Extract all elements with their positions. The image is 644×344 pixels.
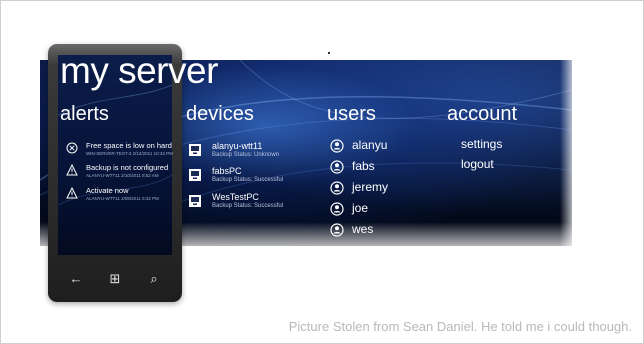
user-icon [330, 202, 344, 216]
device-item[interactable]: fabsPC Backup Status: Successful [188, 166, 318, 188]
device-name: fabsPC [212, 166, 242, 176]
section-account-title[interactable]: account [447, 103, 517, 126]
user-name: joe [352, 201, 369, 215]
user-icon [330, 181, 344, 195]
alert-sub: ALANYU-WTT11 2/08/2011 5:32 PM [86, 196, 159, 201]
back-button[interactable]: ← [60, 266, 92, 292]
device-name: alanyu-wtt11 [212, 141, 263, 151]
image-caption: Picture Stolen from Sean Daniel. He told… [288, 319, 632, 334]
device-name: WesTestPC [212, 192, 259, 202]
x-circle-icon [66, 142, 78, 154]
user-name: alanyu [352, 138, 388, 152]
section-alerts-title: alerts [60, 103, 109, 125]
alert-title: Free space is low on hard [86, 141, 172, 150]
user-name: fabs [352, 159, 375, 173]
section-devices-title[interactable]: devices [186, 103, 254, 126]
user-icon [330, 139, 344, 153]
settings-link[interactable]: settings [461, 137, 502, 151]
device-item[interactable]: alanyu-wtt11 Backup Status: Unknown [188, 141, 318, 163]
stray-dot [328, 52, 330, 54]
alert-sub: ALANYU-WTT11 2/10/2011 8:52 AM [86, 173, 159, 178]
warning-icon [66, 164, 78, 176]
user-item[interactable]: jeremy [330, 180, 450, 198]
device-status: Backup Status: Successful [212, 177, 284, 183]
banner-right-fade [560, 60, 580, 250]
user-name: jeremy [352, 180, 389, 194]
warning-icon [66, 187, 78, 199]
computer-icon [189, 195, 201, 207]
logout-link[interactable]: logout [461, 157, 494, 171]
user-item[interactable]: wes [330, 222, 450, 240]
start-button[interactable]: ⊞ [99, 266, 131, 292]
user-icon [330, 223, 344, 237]
alert-title: Backup is not configured [86, 163, 169, 172]
search-button[interactable]: ⌕ [138, 266, 170, 292]
user-item[interactable]: alanyu [330, 138, 450, 156]
user-name: wes [352, 222, 374, 236]
device-status: Backup Status: Successful [212, 203, 284, 209]
user-item[interactable]: fabs [330, 159, 450, 177]
page-title: my server [60, 50, 218, 91]
device-item[interactable]: WesTestPC Backup Status: Successful [188, 192, 318, 214]
computer-icon [189, 144, 201, 156]
section-users-title[interactable]: users [327, 103, 376, 126]
computer-icon [189, 169, 201, 181]
user-icon [330, 160, 344, 174]
user-item[interactable]: joe [330, 201, 450, 219]
alert-sub: WIN-SERVER-TEST-2 2/12/2011 10:34 PM [86, 151, 173, 156]
phone-hardware-buttons: ← ⊞ ⌕ [56, 266, 174, 292]
alert-title: Activate now [86, 186, 129, 195]
device-status: Backup Status: Unknown [212, 152, 280, 158]
